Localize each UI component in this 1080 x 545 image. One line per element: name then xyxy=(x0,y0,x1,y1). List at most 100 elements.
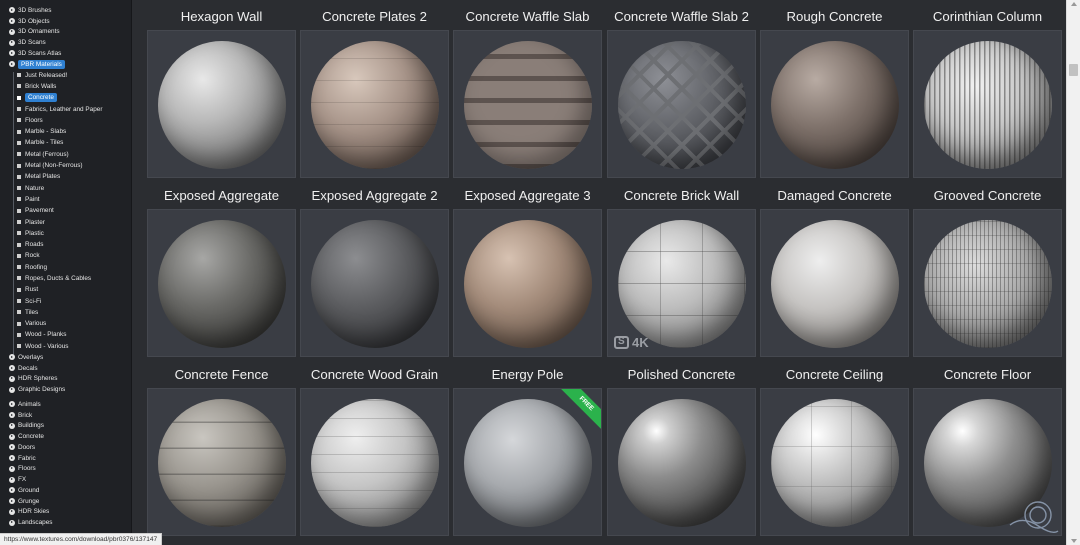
material-thumbnail[interactable] xyxy=(147,209,296,357)
material-title[interactable]: Damaged Concrete xyxy=(760,179,909,209)
sidebar-item-hdr-skies[interactable]: HDR Skies xyxy=(0,506,131,517)
sidebar-item-3d-ornaments[interactable]: 3D Ornaments xyxy=(0,27,131,38)
material-thumbnail[interactable] xyxy=(300,30,449,178)
sidebar-item-3d-scans-atlas[interactable]: 3D Scans Atlas xyxy=(0,48,131,59)
material-thumbnail[interactable] xyxy=(913,30,1062,178)
sidebar-item-rock[interactable]: Rock xyxy=(0,250,131,261)
material-title[interactable]: Hexagon Wall xyxy=(147,0,296,30)
sidebar-item-various[interactable]: Various xyxy=(0,318,131,329)
material-thumbnail[interactable] xyxy=(300,388,449,536)
material-card-concrete-wood-grain[interactable]: Concrete Wood Grain xyxy=(300,358,449,536)
sidebar-item-floors[interactable]: Floors xyxy=(0,115,131,126)
sidebar-item-plaster[interactable]: Plaster xyxy=(0,216,131,227)
material-title[interactable]: Rough Concrete xyxy=(760,0,909,30)
sidebar-item-pbr-materials[interactable]: PBR Materials xyxy=(0,59,131,70)
material-card-exposed-aggregate[interactable]: Exposed Aggregate xyxy=(147,179,296,357)
sidebar-item-fabric[interactable]: Fabric xyxy=(0,453,131,464)
material-title[interactable]: Energy Pole xyxy=(453,358,602,388)
material-thumbnail[interactable] xyxy=(760,388,909,536)
material-title[interactable]: Corinthian Column xyxy=(913,0,1062,30)
material-thumbnail[interactable] xyxy=(760,30,909,178)
material-title[interactable]: Concrete Brick Wall xyxy=(607,179,756,209)
sidebar-item-concrete[interactable]: Concrete xyxy=(0,431,131,442)
sidebar-item-brick[interactable]: Brick xyxy=(0,410,131,421)
material-thumbnail[interactable] xyxy=(607,388,756,536)
material-card-polished-concrete[interactable]: Polished Concrete xyxy=(607,358,756,536)
sidebar-item-floors[interactable]: Floors xyxy=(0,463,131,474)
material-thumbnail[interactable] xyxy=(453,30,602,178)
sidebar-item-ground[interactable]: Ground xyxy=(0,485,131,496)
sidebar-item-marble-tiles[interactable]: Marble - Tiles xyxy=(0,137,131,148)
scroll-down-arrow-icon[interactable] xyxy=(1071,539,1077,543)
sidebar-item-metal-plates[interactable]: Metal Plates xyxy=(0,171,131,182)
material-card-damaged-concrete[interactable]: Damaged Concrete xyxy=(760,179,909,357)
material-thumbnail[interactable] xyxy=(147,388,296,536)
sidebar-item-buildings[interactable]: Buildings xyxy=(0,420,131,431)
sidebar-item-fabrics-leather-and-paper[interactable]: Fabrics, Leather and Paper xyxy=(0,103,131,114)
scrollbar[interactable] xyxy=(1066,0,1080,545)
material-thumbnail[interactable]: 4K xyxy=(607,209,756,357)
sidebar-item-plastic[interactable]: Plastic xyxy=(0,228,131,239)
sidebar-item-pavement[interactable]: Pavement xyxy=(0,205,131,216)
material-card-concrete-waffle-slab-2[interactable]: Concrete Waffle Slab 2 xyxy=(607,0,756,178)
sidebar-item-3d-scans[interactable]: 3D Scans xyxy=(0,37,131,48)
material-title[interactable]: Polished Concrete xyxy=(607,358,756,388)
material-title[interactable]: Concrete Fence xyxy=(147,358,296,388)
material-thumbnail[interactable] xyxy=(147,30,296,178)
sidebar-item-nature[interactable]: Nature xyxy=(0,182,131,193)
material-title[interactable]: Concrete Wood Grain xyxy=(300,358,449,388)
sidebar-item-animals[interactable]: Animals xyxy=(0,399,131,410)
sidebar-item-doors[interactable]: Doors xyxy=(0,442,131,453)
scroll-thumb[interactable] xyxy=(1069,64,1078,76)
material-card-concrete-fence[interactable]: Concrete Fence xyxy=(147,358,296,536)
sidebar-item-fx[interactable]: FX xyxy=(0,474,131,485)
material-thumbnail[interactable]: FREE xyxy=(453,388,602,536)
material-thumbnail[interactable] xyxy=(913,209,1062,357)
scroll-up-arrow-icon[interactable] xyxy=(1071,2,1077,6)
sidebar-item-overlays[interactable]: Overlays xyxy=(0,352,131,363)
sidebar-item-hdr-spheres[interactable]: HDR Spheres xyxy=(0,373,131,384)
sidebar-item-grunge[interactable]: Grunge xyxy=(0,496,131,507)
sidebar-item-marble-slabs[interactable]: Marble - Slabs xyxy=(0,126,131,137)
material-title[interactable]: Concrete Waffle Slab xyxy=(453,0,602,30)
sidebar-item-ropes-ducts-cables[interactable]: Ropes, Ducts & Cables xyxy=(0,273,131,284)
material-card-hexagon-wall[interactable]: Hexagon Wall xyxy=(147,0,296,178)
material-thumbnail[interactable] xyxy=(300,209,449,357)
sidebar-item-3d-brushes[interactable]: 3D Brushes xyxy=(0,5,131,16)
material-thumbnail[interactable] xyxy=(760,209,909,357)
material-card-exposed-aggregate-3[interactable]: Exposed Aggregate 3 xyxy=(453,179,602,357)
material-title[interactable]: Grooved Concrete xyxy=(913,179,1062,209)
material-title[interactable]: Concrete Floor xyxy=(913,358,1062,388)
sidebar-item-rust[interactable]: Rust xyxy=(0,284,131,295)
material-card-concrete-plates-2[interactable]: Concrete Plates 2 xyxy=(300,0,449,178)
sidebar-item-just-released[interactable]: Just Released! xyxy=(0,70,131,81)
material-card-concrete-ceiling[interactable]: Concrete Ceiling xyxy=(760,358,909,536)
sidebar-item-concrete[interactable]: Concrete xyxy=(0,92,131,103)
sidebar-item-paint[interactable]: Paint xyxy=(0,194,131,205)
material-thumbnail[interactable] xyxy=(453,209,602,357)
sidebar-item-roofing[interactable]: Roofing xyxy=(0,262,131,273)
material-card-grooved-concrete[interactable]: Grooved Concrete xyxy=(913,179,1062,357)
material-title[interactable]: Concrete Waffle Slab 2 xyxy=(607,0,756,30)
material-card-energy-pole[interactable]: Energy Pole FREE xyxy=(453,358,602,536)
material-card-concrete-waffle-slab[interactable]: Concrete Waffle Slab xyxy=(453,0,602,178)
sidebar-item-roads[interactable]: Roads xyxy=(0,239,131,250)
material-title[interactable]: Exposed Aggregate 3 xyxy=(453,179,602,209)
sidebar-item-metal-non-ferrous[interactable]: Metal (Non-Ferrous) xyxy=(0,160,131,171)
material-card-concrete-brick-wall[interactable]: Concrete Brick Wall 4K xyxy=(607,179,756,357)
sidebar-item-wood-various[interactable]: Wood - Various xyxy=(0,341,131,352)
material-title[interactable]: Exposed Aggregate 2 xyxy=(300,179,449,209)
material-title[interactable]: Exposed Aggregate xyxy=(147,179,296,209)
material-card-exposed-aggregate-2[interactable]: Exposed Aggregate 2 xyxy=(300,179,449,357)
material-card-corinthian-column[interactable]: Corinthian Column xyxy=(913,0,1062,178)
sidebar-item-metal-ferrous[interactable]: Metal (Ferrous) xyxy=(0,149,131,160)
material-title[interactable]: Concrete Ceiling xyxy=(760,358,909,388)
sidebar-item-3d-objects[interactable]: 3D Objects xyxy=(0,16,131,27)
sidebar-item-tiles[interactable]: Tiles xyxy=(0,307,131,318)
material-thumbnail[interactable] xyxy=(607,30,756,178)
sidebar-item-wood-planks[interactable]: Wood - Planks xyxy=(0,329,131,340)
sidebar-item-decals[interactable]: Decals xyxy=(0,363,131,374)
sidebar-item-landscapes[interactable]: Landscapes xyxy=(0,517,131,528)
material-title[interactable]: Concrete Plates 2 xyxy=(300,0,449,30)
material-card-rough-concrete[interactable]: Rough Concrete xyxy=(760,0,909,178)
